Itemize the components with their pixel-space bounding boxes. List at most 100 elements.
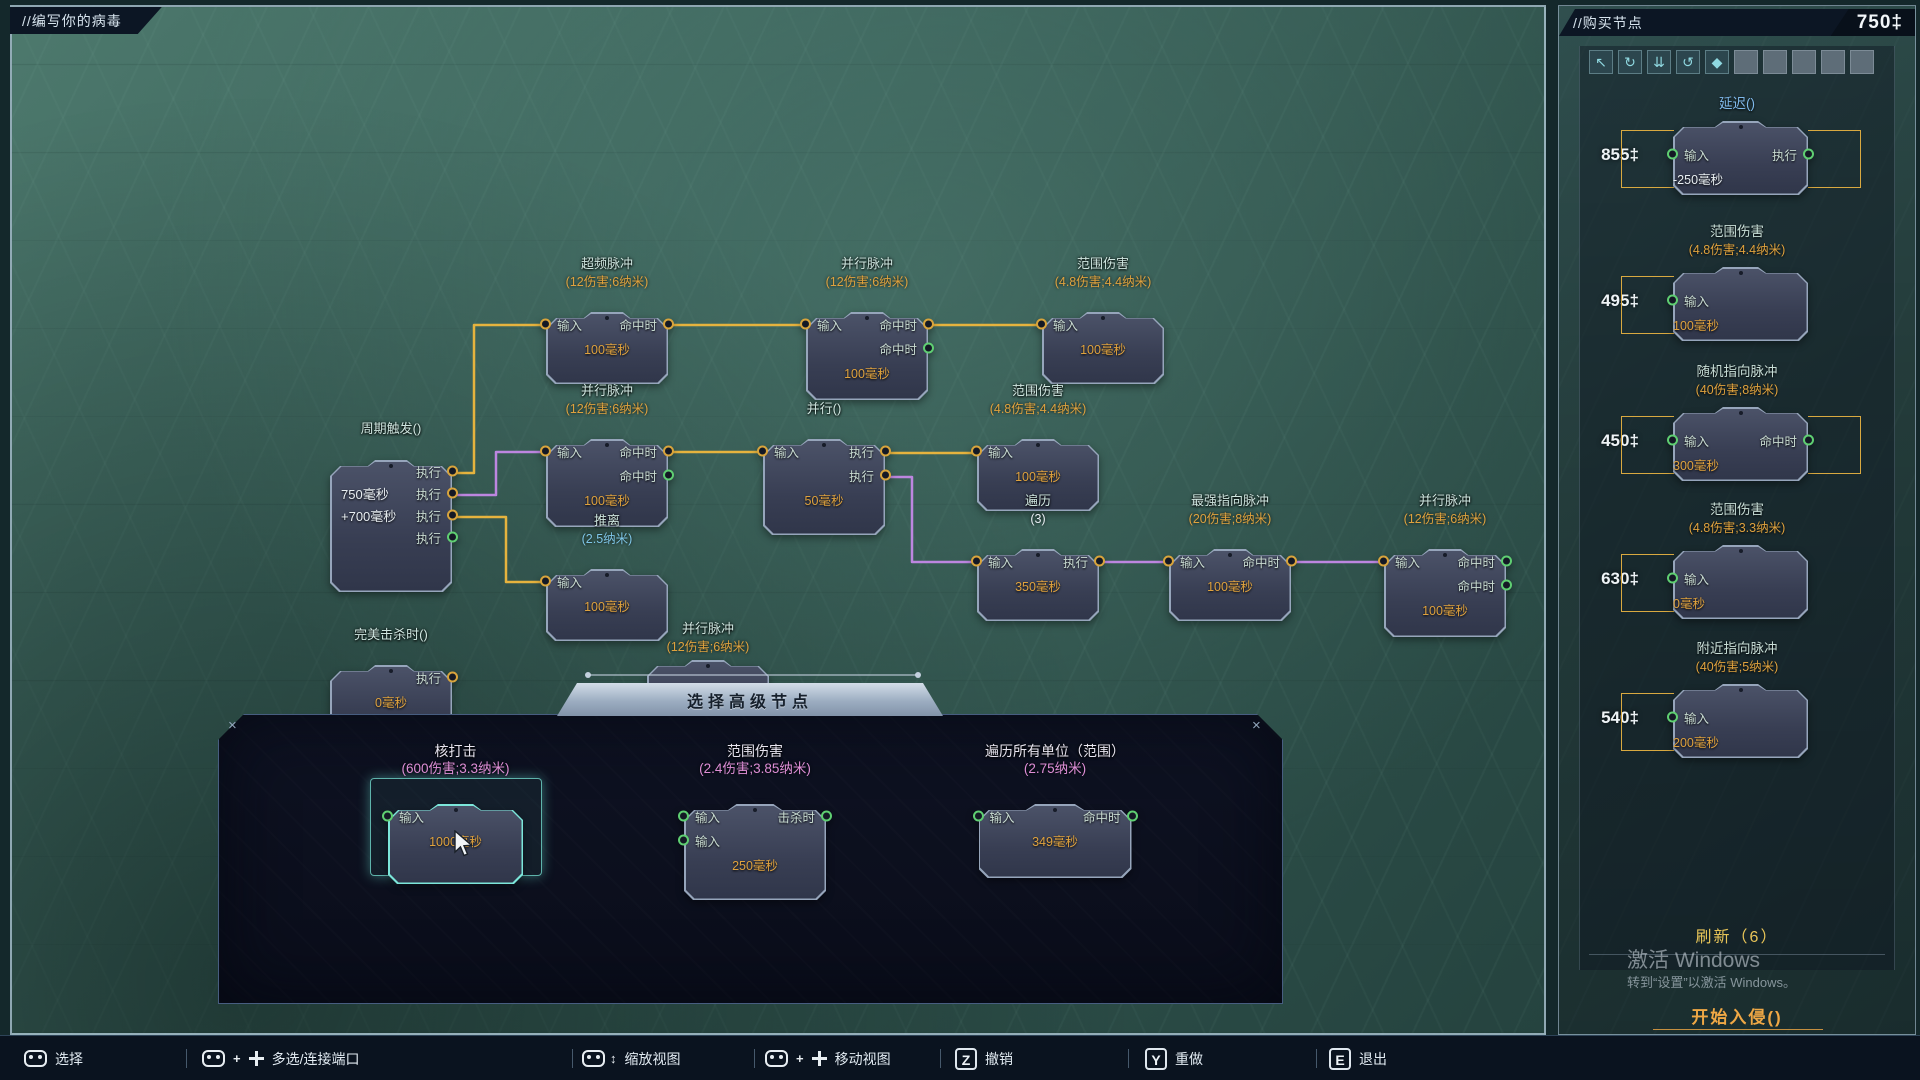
shop-title: //购买节点 [1573,13,1643,33]
filter-undo-icon[interactable]: ↺ [1676,50,1700,74]
hotkey-multiselect-connect: + 多选/连接端口 [202,1036,359,1080]
on-hit-port-empty[interactable] [663,470,674,481]
on-hit-port[interactable] [1127,811,1138,822]
filter-slot-icon[interactable] [1821,50,1845,74]
node-strongest-directed-pulse[interactable]: 最强指向脉冲 (20伤害;8纳米) 输入命中时 100毫秒 [1154,492,1306,621]
input-port[interactable] [800,319,811,330]
exec-port[interactable] [880,446,891,457]
input-port[interactable] [678,811,689,822]
wire-bracket [1621,416,1674,474]
divider [940,1049,941,1068]
node-parallel-pulse-2[interactable]: 并行脉冲 (12伤害;6纳米) 输入命中时 命中时 100毫秒 [532,382,682,527]
dpad-move-icon [812,1051,827,1066]
hotkey-undo: Z 撤销 [955,1036,1013,1080]
exec-port[interactable] [447,510,458,521]
windows-activation-watermark: 激活 Windows [1627,944,1760,974]
start-invasion-button[interactable]: 开始入侵() [1559,1003,1915,1028]
filter-slot-icon[interactable] [1792,50,1816,74]
input-port[interactable] [971,556,982,567]
hotkey-exit: E 退出 [1329,1036,1387,1080]
exec-port-empty[interactable] [447,532,458,543]
filter-slot-icon[interactable] [1734,50,1758,74]
divider [572,1049,573,1068]
editor-title-tab: //编写你的病毒 [10,7,162,34]
input-port[interactable] [1667,712,1678,723]
input-port[interactable] [382,811,393,822]
wire-bracket [1808,130,1861,188]
plus-icon: + [233,1051,241,1066]
input-port[interactable] [757,446,768,457]
node-overclock-pulse[interactable]: 超频脉冲 (12伤害;6纳米) 输入命中时 100毫秒 [532,255,682,384]
wire-bracket [1808,416,1861,474]
dpad-move-icon [249,1051,264,1066]
on-hit-port[interactable] [1286,556,1297,567]
node-area-damage-1[interactable]: 范围伤害 (4.8伤害;4.4纳米) 输入 100毫秒 [1027,255,1179,384]
advanced-card-iterate-all-units[interactable]: 遍历所有单位（范围） (2.75纳米) 输入命中时 349毫秒 [973,742,1137,878]
shop-item-area-damage-1[interactable]: 范围伤害(4.8伤害;4.4纳米) 495‡ 输入 100毫秒 [1559,223,1915,363]
exec-port[interactable] [1094,556,1105,567]
filter-pointer-icon[interactable]: ↖ [1589,50,1613,74]
shop-item-nearby-directed-pulse[interactable]: 附近指向脉冲(40伤害;5纳米) 540‡ 输入 200毫秒 [1559,640,1915,780]
exec-port[interactable] [447,466,458,477]
up-down-arrow-icon: ↕ [610,1051,617,1066]
wire-bracket [1621,693,1674,751]
filter-double-down-icon[interactable]: ⇊ [1647,50,1671,74]
exec-port[interactable] [447,488,458,499]
hotkey-zoom-view: ↕ 缩放视图 [582,1036,681,1080]
input-port[interactable] [678,835,689,846]
shop-item-delay[interactable]: 延迟() 855‡ 输入执行 -250毫秒 [1559,95,1915,235]
shop-item-random-directed-pulse[interactable]: 随机指向脉冲(40伤害;8纳米) 450‡ 输入命中时 300毫秒 [1559,363,1915,503]
key-y: Y [1145,1048,1167,1070]
filter-slot-icon[interactable] [1850,50,1874,74]
wire-bracket [1621,554,1674,612]
on-hit-port-empty[interactable] [1501,556,1512,567]
input-port[interactable] [1163,556,1174,567]
shop-panel: //购买节点 750‡ ↖ ↻ ⇊ ↺ ◆ 延迟() 855‡ 输入执行 -25… [1558,5,1916,1035]
input-port[interactable] [1667,149,1678,160]
input-port[interactable] [1036,319,1047,330]
gamepad-icon [202,1050,225,1067]
shop-item-area-damage-2[interactable]: 范围伤害(4.8伤害;3.3纳米) 630‡ 输入 0毫秒 [1559,501,1915,641]
on-kill-port[interactable] [821,811,832,822]
on-hit-port[interactable] [663,446,674,457]
on-hit-port[interactable] [923,319,934,330]
node-parallel[interactable]: 并行() 输入执行 执行 50毫秒 [748,400,900,535]
exec-port[interactable] [1803,149,1814,160]
gamepad-icon [24,1050,47,1067]
node-parallel-pulse-1[interactable]: 并行脉冲 (12伤害;6纳米) 输入命中时 命中时 100毫秒 [792,255,942,400]
filter-refresh-icon[interactable]: ↻ [1618,50,1642,74]
modal-deco-line [588,674,918,676]
input-port[interactable] [540,576,551,587]
trigger-interval: 750毫秒 [341,484,389,503]
modal-corner-x-right: × [1252,718,1261,733]
advanced-card-area-damage[interactable]: 范围伤害 (2.4伤害;3.85纳米) 输入击杀时 输入 250毫秒 [676,742,834,900]
node-parallel-pulse-3[interactable]: 并行脉冲 (12伤害;6纳米) 输入命中时 命中时 100毫秒 [1369,492,1521,637]
on-hit-port-empty[interactable] [923,343,934,354]
node-iterate[interactable]: 遍历 (3) 输入执行 350毫秒 [963,492,1113,621]
shop-filter-bar: ↖ ↻ ⇊ ↺ ◆ [1589,50,1874,74]
input-port[interactable] [1667,573,1678,584]
input-port[interactable] [540,446,551,457]
input-port[interactable] [540,319,551,330]
modal-corner-x-left: × [228,718,237,733]
divider [1128,1049,1129,1068]
input-port[interactable] [971,446,982,457]
key-e: E [1329,1048,1351,1070]
exec-port[interactable] [447,672,458,683]
divider [1316,1049,1317,1068]
virus-editor-screen: 周期触发() 执行 750毫秒执行 +700毫秒执行 执行 超频脉冲 (12伤害… [0,0,1920,1080]
input-port[interactable] [1378,556,1389,567]
on-hit-port-empty[interactable] [1501,580,1512,591]
node-periodic-trigger[interactable]: 周期触发() 执行 750毫秒执行 +700毫秒执行 执行 [326,420,456,592]
advanced-card-nuclear-strike[interactable]: 核打击 (600伤害;3.3纳米) 输入 1000毫秒 [378,742,533,884]
on-hit-port[interactable] [1803,435,1814,446]
input-port[interactable] [1667,435,1678,446]
exec-port[interactable] [880,470,891,481]
input-port[interactable] [1667,295,1678,306]
filter-diamond-icon[interactable]: ◆ [1705,50,1729,74]
filter-slot-icon[interactable] [1763,50,1787,74]
input-port[interactable] [973,811,984,822]
shop-header: //购买节点 750‡ [1559,9,1915,36]
on-hit-port[interactable] [663,319,674,330]
plus-icon: + [796,1051,804,1066]
